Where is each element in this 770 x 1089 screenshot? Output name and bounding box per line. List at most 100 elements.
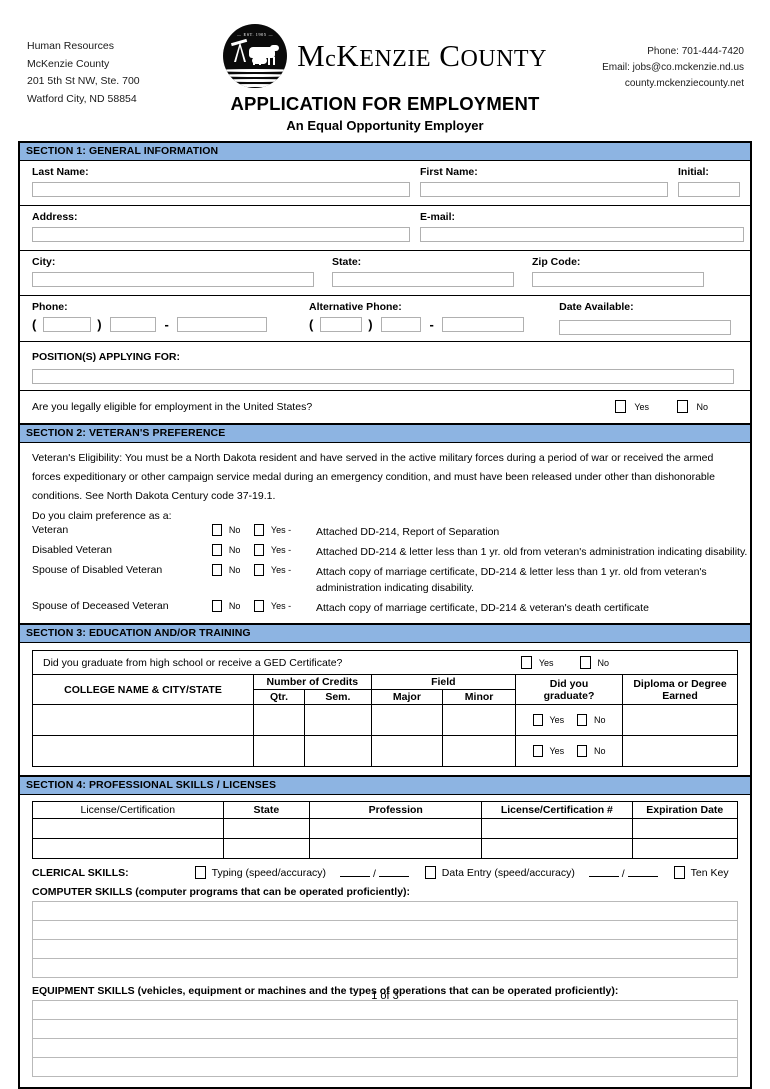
data-entry-checkbox[interactable] xyxy=(424,866,436,879)
seal-wave-icon xyxy=(223,79,288,82)
col-qtr-header: Qtr. xyxy=(252,689,306,705)
ten-key-checkbox[interactable] xyxy=(673,866,685,879)
veteran-no-cell: No xyxy=(212,598,254,618)
edu-qtr-cell[interactable] xyxy=(252,704,306,736)
col-field-header: Field xyxy=(370,675,517,690)
typing-accuracy-input[interactable] xyxy=(378,865,409,877)
page-number: 1 of 3 xyxy=(371,990,399,1002)
county-name-part: M xyxy=(297,38,326,73)
license-cell[interactable] xyxy=(32,818,224,839)
col-graduate-header: Did you graduate? xyxy=(515,675,623,705)
position-input[interactable] xyxy=(32,369,734,384)
first-name-input[interactable] xyxy=(420,182,668,198)
typing-checkbox[interactable] xyxy=(194,866,206,879)
edu-minor-cell[interactable] xyxy=(442,704,516,736)
high-school-grad-question: Did you graduate from high school or rec… xyxy=(43,656,343,669)
edu-grad-no-checkbox[interactable] xyxy=(577,745,588,758)
phone-line-input[interactable] xyxy=(177,317,268,333)
calf-icon xyxy=(252,57,268,64)
alt-phone-line-input[interactable] xyxy=(442,317,525,333)
edu-major-cell[interactable] xyxy=(370,735,444,766)
license-number-cell[interactable] xyxy=(481,838,633,859)
date-available-input[interactable] xyxy=(559,320,732,335)
veteran-yes-checkbox[interactable] xyxy=(254,524,264,537)
seal-est-text: EST. 1905 xyxy=(223,32,287,37)
edu-diploma-cell[interactable] xyxy=(622,735,737,766)
last-name-input[interactable] xyxy=(32,182,410,198)
data-entry-speed-input[interactable] xyxy=(588,865,619,877)
license-cell[interactable] xyxy=(32,838,224,859)
state-input[interactable] xyxy=(332,272,514,288)
veteran-yes-checkbox[interactable] xyxy=(254,600,264,613)
license-profession-cell[interactable] xyxy=(309,818,483,839)
veteran-preference-table: Veteran No Yes - Attached DD-214, Report… xyxy=(20,522,750,618)
edu-grad-no-label: No xyxy=(593,715,606,726)
equipment-skill-line[interactable] xyxy=(33,1039,737,1058)
veteran-no-checkbox[interactable] xyxy=(212,524,222,537)
edu-grad-yes-checkbox[interactable] xyxy=(532,745,543,758)
edu-diploma-cell[interactable] xyxy=(622,704,737,736)
edu-sem-cell[interactable] xyxy=(304,735,372,766)
license-state-cell[interactable] xyxy=(222,838,311,859)
address-input[interactable] xyxy=(32,227,410,243)
phone-area-code-input[interactable] xyxy=(42,317,91,333)
veteran-no-cell: No xyxy=(212,522,254,542)
veteran-yes-checkbox[interactable] xyxy=(254,544,264,557)
license-expiration-cell[interactable] xyxy=(631,818,738,839)
alt-phone-label: Alternative Phone: xyxy=(309,301,402,313)
county-name-text: McKENZIE COUNTY xyxy=(297,38,547,74)
phone-prefix-input[interactable] xyxy=(110,317,157,333)
veteran-no-checkbox[interactable] xyxy=(212,600,222,613)
first-name-label: First Name: xyxy=(420,166,478,178)
computer-skill-line[interactable] xyxy=(33,902,737,921)
name-row: Last Name: First Name: Initial: xyxy=(20,161,750,206)
edu-qtr-cell[interactable] xyxy=(252,735,306,766)
address-group: Address: xyxy=(32,211,420,244)
edu-grad-yes-label: Yes xyxy=(549,715,565,726)
computer-skill-line[interactable] xyxy=(33,959,737,977)
computer-skill-line[interactable] xyxy=(33,921,737,940)
equipment-skill-line[interactable] xyxy=(33,1058,737,1076)
hs-grad-yes-checkbox[interactable] xyxy=(520,656,532,669)
hs-grad-no-checkbox[interactable] xyxy=(579,656,591,669)
typing-speed-input[interactable] xyxy=(340,865,371,877)
eligibility-yes-checkbox[interactable] xyxy=(614,400,626,414)
email-label: E-mail: xyxy=(420,211,456,223)
edu-grad-no-checkbox[interactable] xyxy=(577,714,588,727)
typing-label: Typing (speed/accuracy) xyxy=(211,866,327,879)
edu-major-cell[interactable] xyxy=(370,704,444,736)
col-graduate-line2: graduate? xyxy=(543,689,595,702)
email-input[interactable] xyxy=(420,227,744,243)
veteran-no-checkbox[interactable] xyxy=(212,564,222,577)
edu-sem-cell[interactable] xyxy=(304,704,372,736)
veteran-yes-checkbox[interactable] xyxy=(254,564,264,577)
city-state-zip-row: City: State: Zip Code: xyxy=(20,251,750,296)
eligibility-no-checkbox[interactable] xyxy=(677,400,689,414)
license-state-cell[interactable] xyxy=(222,818,311,839)
zip-input[interactable] xyxy=(532,272,704,288)
initial-label: Initial: xyxy=(678,166,709,178)
phone-row: Phone: ( ) - Alternative Phone: () - Da… xyxy=(20,296,750,342)
alt-phone-area-code-input[interactable] xyxy=(319,317,362,333)
equipment-skill-line[interactable] xyxy=(33,1020,737,1039)
license-number-cell[interactable] xyxy=(481,818,633,839)
equipment-skill-line[interactable] xyxy=(33,1001,737,1020)
computer-skill-line[interactable] xyxy=(33,940,737,959)
data-entry-slash: / xyxy=(621,868,625,880)
equipment-skills-lines xyxy=(32,1000,738,1077)
veteran-yes-label: Yes - xyxy=(270,545,292,556)
alt-phone-prefix-input[interactable] xyxy=(381,317,422,333)
veteran-no-label: No xyxy=(228,601,241,612)
data-entry-accuracy-input[interactable] xyxy=(627,865,658,877)
edu-minor-cell[interactable] xyxy=(442,735,516,766)
col-credits-header: Number of Credits xyxy=(253,675,372,690)
license-profession-cell[interactable] xyxy=(309,838,483,859)
initial-input[interactable] xyxy=(678,182,740,198)
veteran-no-checkbox[interactable] xyxy=(212,544,222,557)
license-expiration-cell[interactable] xyxy=(631,838,738,859)
edu-grad-yes-checkbox[interactable] xyxy=(532,714,543,727)
edu-college-cell[interactable] xyxy=(33,704,254,736)
section-1-body: Last Name: First Name: Initial: Address:… xyxy=(20,161,750,425)
edu-college-cell[interactable] xyxy=(33,735,254,766)
city-input[interactable] xyxy=(32,272,314,288)
